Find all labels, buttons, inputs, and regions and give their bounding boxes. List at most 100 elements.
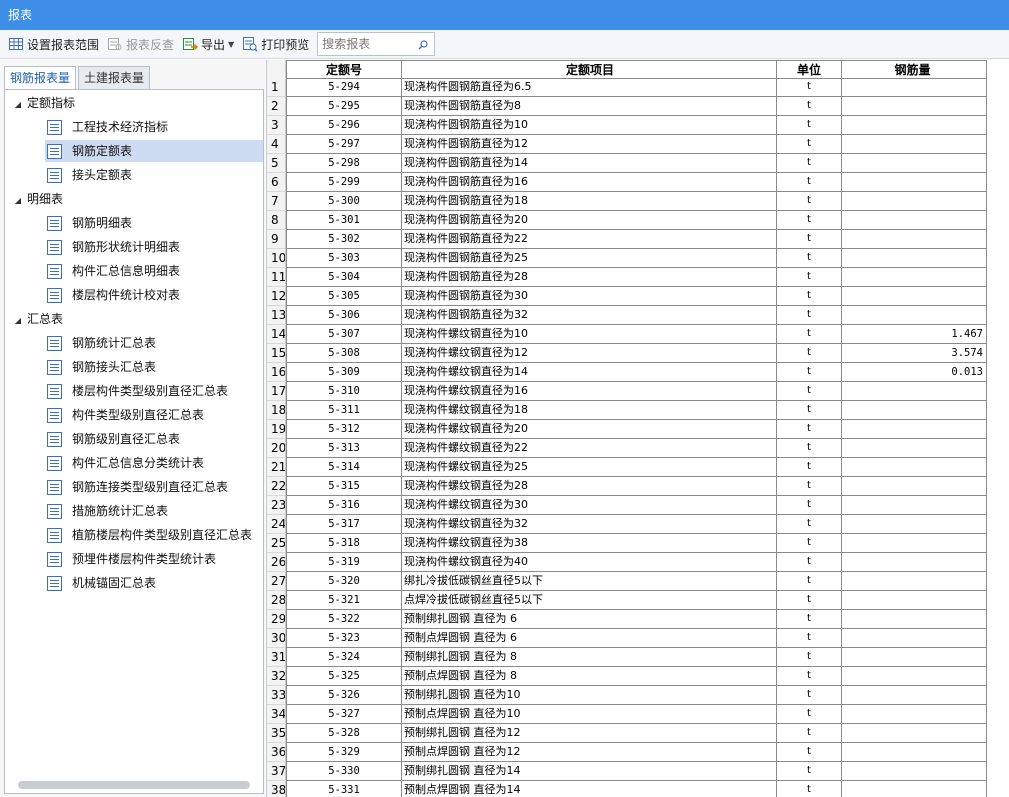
cell-quantity [842,268,987,288]
column-header-name[interactable]: 定额项目 [402,60,777,79]
column-header-code[interactable]: 定额号 [286,60,402,79]
tree-item-label: 楼层构件统计校对表 [72,288,181,302]
table-row[interactable]: 4 5-297 现浇构件圆钢筋直径为12 t [267,135,1009,155]
tree-item-member-grade-diameter[interactable]: 构件类型级别直径汇总表 [45,404,263,426]
tree-group-quota[interactable]: ◢ 定额指标 [5,93,75,113]
tree-item-measure-rebar-summary[interactable]: 措施筋统计汇总表 [45,500,263,522]
table-row[interactable]: 36 5-329 预制点焊圆钢 直径为12 t [267,743,1009,763]
tree-item-member-summary-detail[interactable]: 构件汇总信息明细表 [45,260,263,282]
tree-item-rebar-grade-diameter[interactable]: 钢筋级别直径汇总表 [45,428,263,450]
expand-triangle-icon[interactable]: ◢ [11,191,25,211]
table-row[interactable]: 16 5-309 现浇构件螺纹钢直径为14 t 0.013 [267,363,1009,383]
table-row[interactable]: 38 5-331 预制点焊圆钢 直径为14 t [267,781,1009,797]
table-row[interactable]: 15 5-308 现浇构件螺纹钢直径为12 t 3.574 [267,344,1009,364]
cell-code: 5-314 [286,458,402,478]
tree-horizontal-scrollbar[interactable] [18,781,250,789]
report-document-icon [47,119,62,135]
table-row[interactable]: 18 5-311 现浇构件螺纹钢直径为18 t [267,401,1009,421]
table-row[interactable]: 21 5-314 现浇构件螺纹钢直径为25 t [267,458,1009,478]
table-row[interactable]: 30 5-323 预制点焊圆钢 直径为 6t [267,629,1009,649]
table-row[interactable]: 33 5-326 预制绑扎圆钢 直径为10 t [267,686,1009,706]
row-number: 37 [267,762,286,782]
report-reverse-button[interactable]: 报表反查 [103,32,178,56]
tree-item-engineering-index[interactable]: 工程技术经济指标 [45,116,263,138]
table-row[interactable]: 9 5-302 现浇构件圆钢筋直径为22 t [267,230,1009,250]
table-row[interactable]: 35 5-328 预制绑扎圆钢 直径为12 t [267,724,1009,744]
tree-item-rebar-shape-detail[interactable]: 钢筋形状统计明细表 [45,236,263,258]
table-row[interactable]: 32 5-325 预制点焊圆钢 直径为 8t [267,667,1009,687]
cell-unit: t [777,173,842,193]
table-row[interactable]: 37 5-330 预制绑扎圆钢 直径为14 t [267,762,1009,782]
tree-group-detail[interactable]: ◢ 明细表 [5,189,63,209]
tree-item-joint-quota[interactable]: 接头定额表 [45,164,263,186]
expand-triangle-icon[interactable]: ◢ [11,95,25,115]
tree-item-rebar-connection-summary[interactable]: 钢筋连接类型级别直径汇总表 [45,476,263,498]
table-row[interactable]: 12 5-305 现浇构件圆钢筋直径为30 t [267,287,1009,307]
table-row[interactable]: 19 5-312 现浇构件螺纹钢直径为20 t [267,420,1009,440]
table-row[interactable]: 11 5-304 现浇构件圆钢筋直径为28 t [267,268,1009,288]
cell-unit: t [777,154,842,174]
table-row[interactable]: 24 5-317 现浇构件螺纹钢直径为32 t [267,515,1009,535]
cell-unit: t [777,249,842,269]
tab-civil-report[interactable]: 土建报表量 [78,66,151,90]
cell-unit: t [777,496,842,516]
table-row[interactable]: 17 5-310 现浇构件螺纹钢直径为16 t [267,382,1009,402]
cell-name: 现浇构件螺纹钢直径为16 [402,382,777,402]
table-row[interactable]: 22 5-315 现浇构件螺纹钢直径为28 t [267,477,1009,497]
cell-name: 现浇构件螺纹钢直径为30 [402,496,777,516]
table-row[interactable]: 23 5-316 现浇构件螺纹钢直径为30 t [267,496,1009,516]
cell-code: 5-316 [286,496,402,516]
cell-code: 5-322 [286,610,402,630]
table-row[interactable]: 5 5-298 现浇构件圆钢筋直径为14 t [267,154,1009,174]
row-number: 28 [267,591,286,611]
table-row[interactable]: 2 5-295 现浇构件圆钢筋直径为8 t [267,97,1009,117]
cell-quantity [842,173,987,193]
tree-item-floor-member-grade-diameter[interactable]: 楼层构件类型级别直径汇总表 [45,380,263,402]
search-icon[interactable] [418,39,428,50]
row-number: 4 [267,135,286,155]
cell-quantity [842,401,987,421]
tree-group-summary[interactable]: ◢ 汇总表 [5,309,63,329]
tree-item-rebar-stat-summary[interactable]: 钢筋统计汇总表 [45,332,263,354]
table-row[interactable]: 13 5-306 现浇构件圆钢筋直径为32 t [267,306,1009,326]
table-row[interactable]: 29 5-322 预制绑扎圆钢 直径为 6t [267,610,1009,630]
tree-item-rebar-detail[interactable]: 钢筋明细表 [45,212,263,234]
table-row[interactable]: 3 5-296 现浇构件圆钢筋直径为10 t [267,116,1009,136]
tab-rebar-report[interactable]: 钢筋报表量 [4,66,77,90]
set-report-range-button[interactable]: 设置报表范围 [4,32,103,56]
tree-item-rebar-quota[interactable]: 钢筋定额表 [45,140,263,162]
table-row[interactable]: 7 5-300 现浇构件圆钢筋直径为18 t [267,192,1009,212]
cell-code: 5-299 [286,173,402,193]
cell-unit: t [777,287,842,307]
table-row[interactable]: 8 5-301 现浇构件圆钢筋直径为20 t [267,211,1009,231]
table-row[interactable]: 27 5-320 绑扎冷拔低碳钢丝直径5以下 t [267,572,1009,592]
table-row[interactable]: 25 5-318 现浇构件螺纹钢直径为38 t [267,534,1009,554]
column-header-unit[interactable]: 单位 [777,60,842,79]
tree-item-rebar-joint-summary[interactable]: 钢筋接头汇总表 [45,356,263,378]
table-row[interactable]: 1 5-294 现浇构件圆钢筋直径为6.5 t [267,78,1009,98]
table-row[interactable]: 6 5-299 现浇构件圆钢筋直径为16 t [267,173,1009,193]
tree-item-member-info-classified[interactable]: 构件汇总信息分类统计表 [45,452,263,474]
table-row[interactable]: 10 5-303 现浇构件圆钢筋直径为25 t [267,249,1009,269]
expand-triangle-icon[interactable]: ◢ [11,311,25,331]
row-number: 9 [267,230,286,250]
table-row[interactable]: 14 5-307 现浇构件螺纹钢直径为10 t 1.467 [267,325,1009,345]
table-row[interactable]: 34 5-327 预制点焊圆钢 直径为10 t [267,705,1009,725]
column-header-quantity[interactable]: 钢筋量 [842,60,987,79]
tree-item-floor-member-check[interactable]: 楼层构件统计校对表 [45,284,263,306]
table-row[interactable]: 31 5-324 预制绑扎圆钢 直径为 8t [267,648,1009,668]
table-row[interactable]: 28 5-321 点焊冷拔低碳钢丝直径5以下 t [267,591,1009,611]
tree-item-embedded-part-stat[interactable]: 预埋件楼层构件类型统计表 [45,548,263,570]
cell-quantity [842,477,987,497]
cell-name: 现浇构件圆钢筋直径为10 [402,116,777,136]
tree-item-mechanical-anchor-summary[interactable]: 机械锚固汇总表 [45,572,263,594]
cell-quantity [842,591,987,611]
table-row[interactable]: 20 5-313 现浇构件螺纹钢直径为22 t [267,439,1009,459]
cell-quantity [842,705,987,725]
row-number: 26 [267,553,286,573]
print-preview-button[interactable]: 打印预览 [238,32,313,56]
tree-item-planted-rebar-summary[interactable]: 植筋楼层构件类型级别直径汇总表 [45,524,263,546]
table-row[interactable]: 26 5-319 现浇构件螺纹钢直径为40 t [267,553,1009,573]
export-dropdown-button[interactable]: 导出 ▼ [178,32,238,56]
report-search-input[interactable] [320,34,417,54]
